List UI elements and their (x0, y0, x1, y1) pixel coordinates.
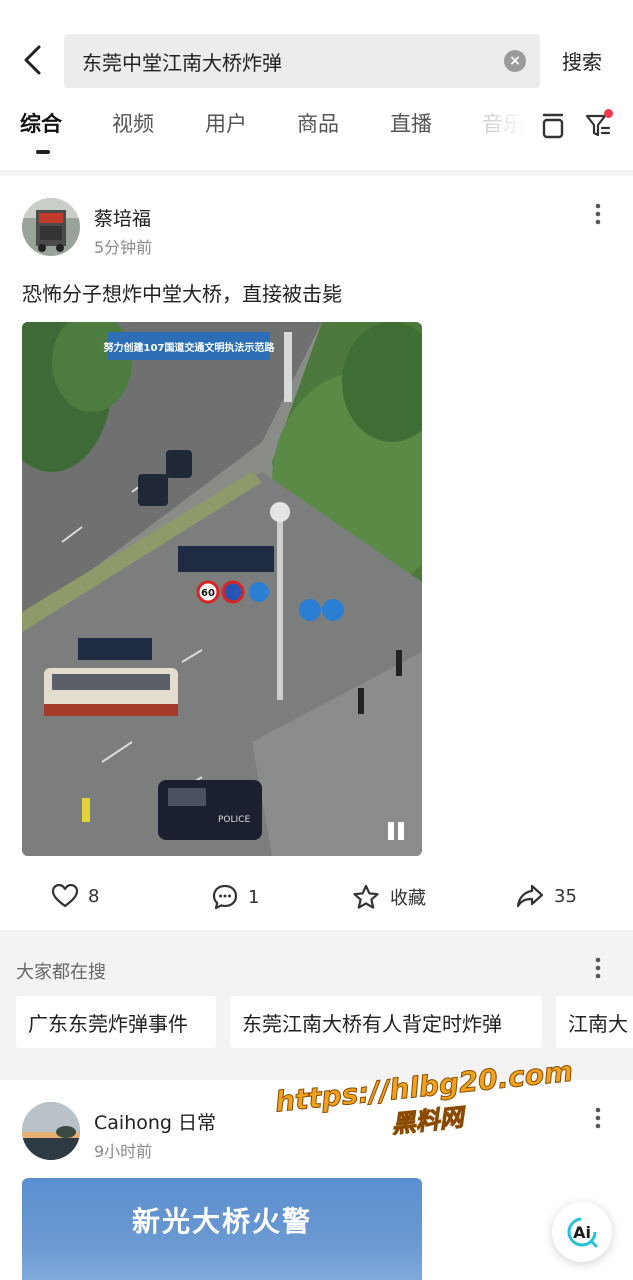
layout-toggle-icon[interactable] (541, 113, 565, 143)
more-options-icon[interactable] (586, 200, 610, 230)
header: × 搜索 综合 视频 用户 商品 直播 音乐 (0, 0, 633, 170)
post-video-thumbnail[interactable]: 努力创建107国道交通文明执法示范路 60 POLICE (22, 322, 422, 856)
more-options-icon[interactable] (586, 1104, 610, 1134)
tab-all[interactable]: 综合 (20, 108, 62, 138)
post-card[interactable]: 蔡培福 5分钟前 恐怖分子想炸中堂大桥，直接被击毙 努力创建107国道交通文明执… (0, 176, 633, 930)
thumbnail-title: 新光大桥火警 (131, 1205, 312, 1238)
notification-dot (604, 109, 613, 118)
favorite-label: 收藏 (390, 888, 426, 909)
overpass-banner-text: 努力创建107国道交通文明执法示范路 (104, 341, 276, 354)
share-button[interactable]: 35 (516, 884, 577, 908)
filter-icon[interactable] (585, 109, 613, 143)
post-card[interactable]: Caihong 日常 9小时前 新光大桥火警 (0, 1080, 633, 1280)
related-searches: 大家都在搜 广东东莞炸弹事件 东莞江南大桥有人背定时炸弹 江南大 (0, 938, 633, 1068)
comment-button[interactable]: 1 (212, 884, 259, 910)
more-options-icon[interactable] (586, 954, 610, 984)
search-button[interactable]: 搜索 (562, 46, 602, 75)
comment-count: 1 (248, 886, 260, 908)
ai-button-label: Ai (573, 1222, 591, 1242)
search-box[interactable]: × (64, 34, 540, 88)
speed-limit-sign: 60 (201, 588, 215, 599)
post-actions: 8 1 收藏 35 (0, 876, 633, 922)
tab-goods[interactable]: 商品 (297, 108, 339, 138)
clear-icon[interactable]: × (504, 50, 526, 72)
tab-video[interactable]: 视频 (112, 108, 154, 138)
avatar[interactable] (22, 198, 80, 256)
author-name[interactable]: 蔡培福 (94, 204, 151, 231)
post-video-thumbnail[interactable]: 新光大桥火警 (22, 1178, 422, 1280)
comment-icon (212, 884, 238, 910)
search-input[interactable] (82, 49, 482, 73)
search-chip[interactable]: 广东东莞炸弹事件 (16, 996, 216, 1048)
like-count: 8 (88, 885, 100, 907)
heart-icon (52, 884, 78, 908)
favorite-button[interactable]: 收藏 (352, 884, 426, 910)
search-chip[interactable]: 江南大 (556, 996, 633, 1048)
tab-music[interactable]: 音乐 (482, 108, 524, 138)
tab-bar: 综合 视频 用户 商品 直播 音乐 (0, 108, 633, 148)
star-icon (353, 884, 379, 909)
author-name[interactable]: Caihong 日常 (94, 1108, 216, 1135)
tab-users[interactable]: 用户 (205, 108, 247, 138)
chevron-left-icon (24, 45, 41, 75)
tab-live[interactable]: 直播 (390, 108, 432, 138)
search-chip[interactable]: 东莞江南大桥有人背定时炸弹 (230, 996, 542, 1048)
post-text[interactable]: 恐怖分子想炸中堂大桥，直接被击毙 (22, 278, 342, 307)
share-count: 35 (554, 885, 577, 907)
related-searches-title: 大家都在搜 (16, 962, 106, 983)
like-button[interactable]: 8 (52, 884, 99, 908)
active-tab-indicator (36, 150, 50, 154)
ai-assistant-button[interactable]: Ai (552, 1202, 612, 1262)
post-time: 5分钟前 (94, 238, 153, 257)
share-icon (516, 884, 544, 908)
police-van-label: POLICE (218, 815, 250, 825)
back-button[interactable] (14, 42, 50, 78)
avatar[interactable] (22, 1102, 80, 1160)
post-time: 9小时前 (94, 1142, 153, 1161)
